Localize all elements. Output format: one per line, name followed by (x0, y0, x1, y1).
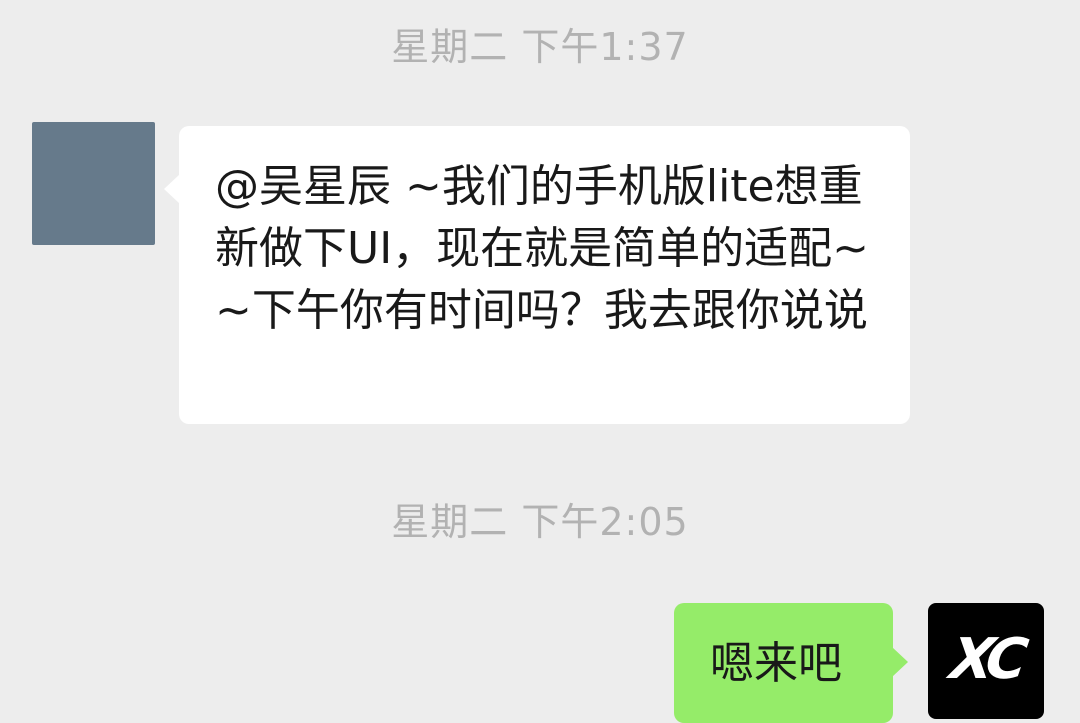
message-timestamp: 星期二 下午2:05 (391, 500, 689, 544)
outgoing-message-bubble[interactable]: 嗯来吧 (674, 603, 908, 723)
message-text: @吴星辰 ~我们的手机版lite想重新做下UI，现在就是简单的适配~~下午你有时… (215, 161, 870, 336)
message-timestamp: 星期二 下午1:37 (391, 25, 689, 69)
user-avatar[interactable]: XC (928, 603, 1044, 719)
avatar-logo: XC (946, 626, 1026, 692)
contact-avatar[interactable] (32, 122, 155, 245)
incoming-message-bubble[interactable]: @吴星辰 ~我们的手机版lite想重新做下UI，现在就是简单的适配~~下午你有时… (164, 126, 910, 424)
chat-message-list[interactable]: 星期二 下午1:37 @吴星辰 ~我们的手机版lite想重新做下UI，现在就是简… (0, 0, 1080, 723)
message-text: 嗯来吧 (710, 638, 842, 689)
